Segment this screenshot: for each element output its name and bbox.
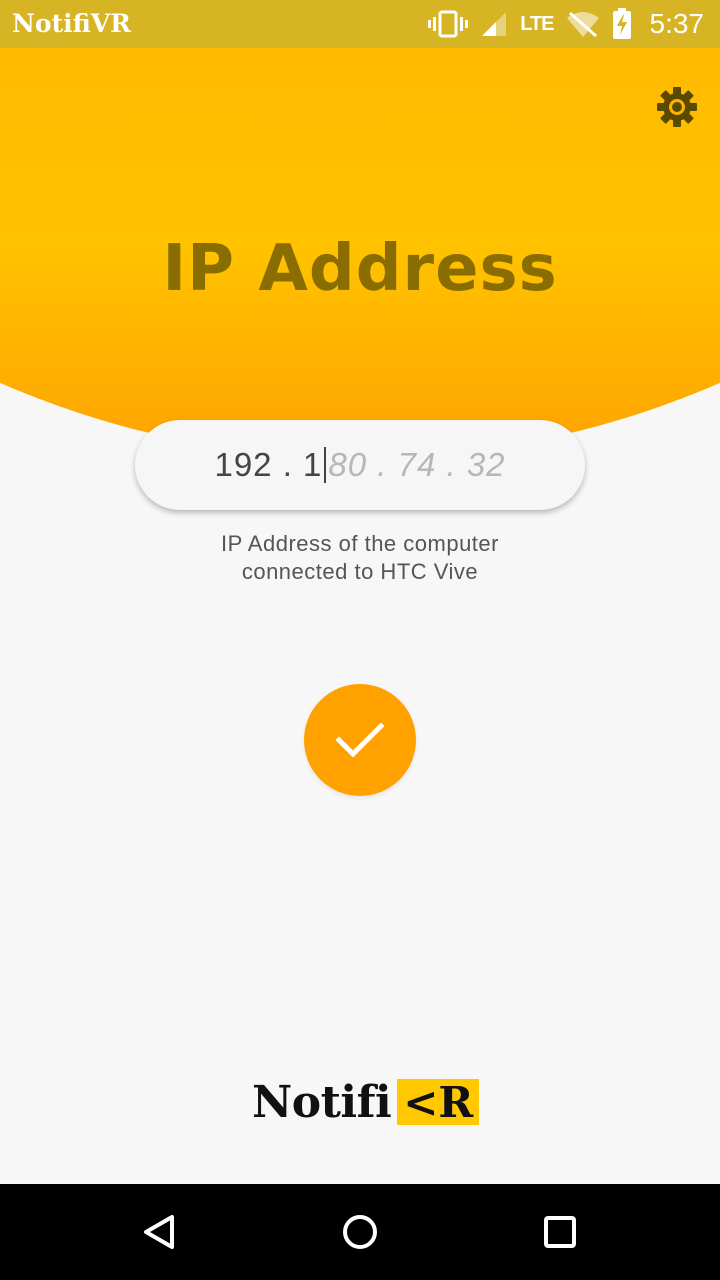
page-title: IP Address xyxy=(162,232,558,306)
navigation-bar xyxy=(0,1184,720,1280)
logo-badge-glyph: < xyxy=(403,1077,439,1127)
helper-line-1: IP Address of the computer xyxy=(221,531,499,556)
confirm-button[interactable] xyxy=(304,684,416,796)
recents-button[interactable] xyxy=(536,1208,584,1256)
network-type: LTE xyxy=(520,12,554,35)
status-bar: NotifiVR LTE 5:37 xyxy=(0,0,720,48)
logo-text: Notifi xyxy=(252,1076,392,1128)
ip-entered-text: 192 . 1 xyxy=(214,446,323,483)
battery-charging-icon xyxy=(612,8,632,40)
status-icons: LTE 5:37 xyxy=(428,0,704,48)
recents-icon xyxy=(544,1216,576,1248)
gear-icon xyxy=(657,87,697,127)
app-logo: Notifi < R xyxy=(252,1076,480,1128)
wifi-off-icon xyxy=(566,10,600,38)
home-button[interactable] xyxy=(336,1208,384,1256)
ip-address-input[interactable]: 192 . 1 80 . 74 . 32 xyxy=(135,420,585,510)
signal-icon xyxy=(480,10,508,38)
check-icon xyxy=(335,722,385,758)
status-time: 5:37 xyxy=(649,8,705,39)
helper-line-2: connected to HTC Vive xyxy=(241,559,479,584)
text-cursor xyxy=(324,447,327,483)
ip-hint-text: 80 . 74 . 32 xyxy=(328,446,506,483)
status-app-name: NotifiVR xyxy=(12,9,131,38)
logo-badge-letter: R xyxy=(438,1077,474,1127)
vibrate-icon xyxy=(428,9,469,39)
logo-badge: < R xyxy=(397,1077,480,1127)
home-icon xyxy=(343,1215,377,1249)
header-background xyxy=(0,48,720,608)
back-icon xyxy=(144,1215,174,1249)
settings-button[interactable] xyxy=(656,86,698,128)
helper-text: IP Address of the computer connected to … xyxy=(0,530,720,586)
back-button[interactable] xyxy=(136,1208,184,1256)
